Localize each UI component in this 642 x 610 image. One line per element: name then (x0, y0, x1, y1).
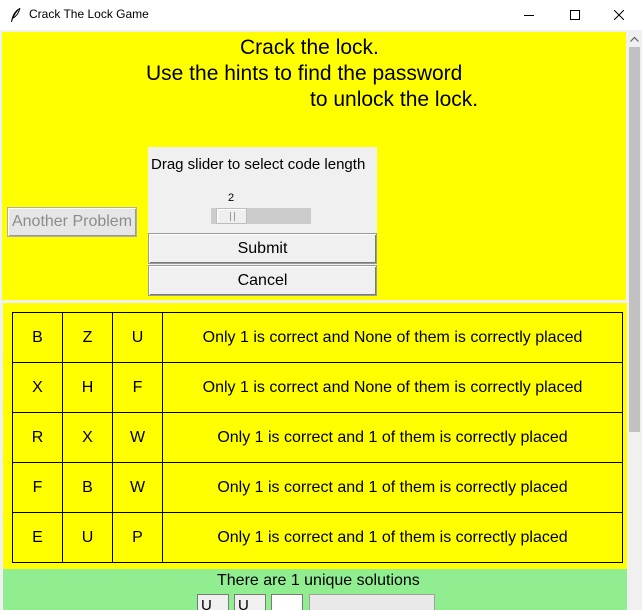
hints-panel: B Z U Only 1 is correct and None of them… (3, 303, 629, 569)
feather-icon (11, 7, 21, 22)
instruction-line-1: Use the hints to find the password (146, 62, 463, 85)
hint-digit: U (62, 512, 113, 563)
instruction-line-2: to unlock the lock. (310, 88, 479, 111)
hint-digit: Z (62, 312, 113, 363)
hint-digit: E (12, 512, 63, 563)
code-length-dialog: Drag slider to select code length 2 Subm… (148, 147, 377, 296)
code-input-2-value: U (238, 597, 249, 610)
table-row: E U P Only 1 is correct and 1 of them is… (12, 512, 623, 563)
hint-description: Only 1 is correct and None of them is co… (162, 362, 623, 413)
hint-digit: H (62, 362, 113, 413)
window-title: Crack The Lock Game (29, 7, 149, 21)
hint-digit: U (112, 312, 163, 363)
table-row: R X W Only 1 is correct and 1 of them is… (12, 412, 623, 463)
hint-description: Only 1 is correct and 1 of them is corre… (162, 512, 623, 563)
code-input-3[interactable] (271, 594, 303, 610)
maximize-icon (570, 10, 580, 20)
check-code-button[interactable] (309, 594, 435, 610)
slider-handle[interactable] (216, 208, 247, 224)
code-input-2[interactable]: U (234, 594, 266, 610)
table-row: X H F Only 1 is correct and None of them… (12, 362, 623, 413)
table-row: B Z U Only 1 is correct and None of them… (12, 312, 623, 363)
chevron-up-icon (630, 36, 639, 42)
close-button[interactable] (596, 0, 642, 30)
hint-digit: X (12, 362, 63, 413)
hint-digit: W (112, 412, 163, 463)
scroll-thumb[interactable] (629, 47, 640, 432)
hint-digit: B (12, 312, 63, 363)
hint-digit: R (12, 412, 63, 463)
hints-table: B Z U Only 1 is correct and None of them… (12, 312, 623, 563)
solutions-count-text: There are 1 unique solutions (217, 572, 420, 589)
close-icon (614, 10, 624, 20)
another-problem-button[interactable]: Another Problem (7, 207, 137, 237)
cancel-button[interactable]: Cancel (148, 265, 377, 296)
hint-digit: F (12, 462, 63, 513)
page-title: Crack the lock. (240, 36, 379, 59)
hint-digit: W (112, 462, 163, 513)
title-bar: Crack The Lock Game (0, 0, 642, 30)
code-input-1-value: U (201, 597, 212, 610)
hint-digit: X (62, 412, 113, 463)
submit-button[interactable]: Submit (148, 233, 377, 264)
slider-label: Drag slider to select code length (151, 156, 366, 173)
scroll-up-button[interactable] (627, 30, 642, 47)
code-input-1[interactable]: U (197, 594, 229, 610)
table-row: F B W Only 1 is correct and 1 of them is… (12, 462, 623, 513)
hint-description: Only 1 is correct and 1 of them is corre… (162, 412, 623, 463)
minimize-icon (524, 15, 534, 16)
hint-description: Only 1 is correct and 1 of them is corre… (162, 462, 623, 513)
minimize-button[interactable] (506, 0, 552, 30)
vertical-scrollbar[interactable] (627, 30, 642, 610)
hint-digit: F (112, 362, 163, 413)
hint-description: Only 1 is correct and None of them is co… (162, 312, 623, 363)
hint-digit: B (62, 462, 113, 513)
hint-digit: P (112, 512, 163, 563)
solutions-panel: There are 1 unique solutions U U (3, 569, 627, 610)
maximize-button[interactable] (552, 0, 598, 30)
slider-value: 2 (228, 192, 235, 204)
